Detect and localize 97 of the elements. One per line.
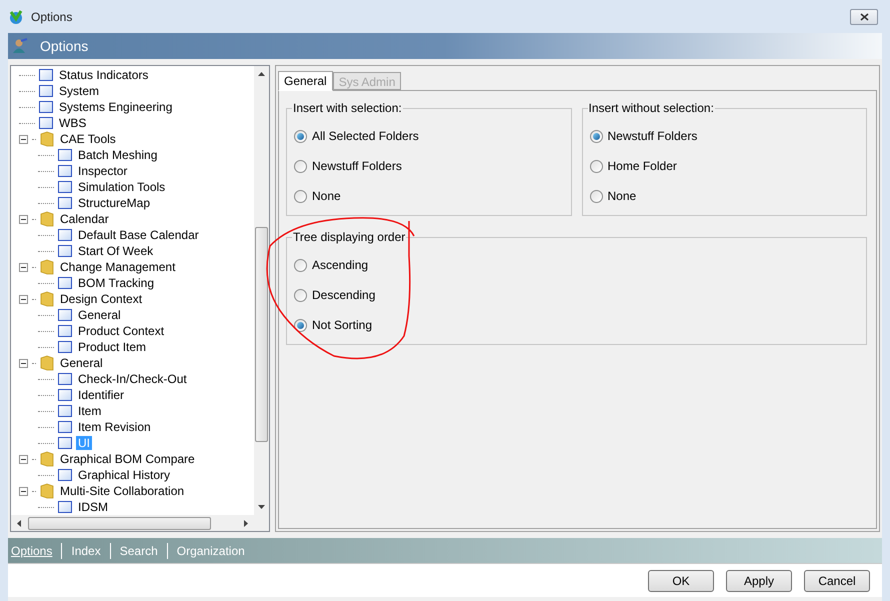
tree-item[interactable]: Item Revision [76, 420, 153, 434]
folder-icon [40, 211, 54, 227]
radio-label: Newstuff Folders [312, 158, 402, 175]
page-icon [58, 469, 72, 481]
folder-icon [40, 131, 54, 147]
tree-item[interactable]: General [76, 308, 123, 322]
close-icon [860, 12, 868, 20]
collapse-icon[interactable] [19, 358, 28, 368]
radio-label: None [608, 188, 636, 205]
tree-item[interactable]: System [57, 84, 102, 98]
tree-item[interactable]: Design Context [58, 292, 144, 306]
radio-label: Descending [312, 287, 376, 304]
header-title: Options [40, 36, 88, 56]
folder-icon [40, 451, 54, 467]
page-icon [58, 325, 72, 337]
collapse-icon[interactable] [19, 214, 28, 224]
page-icon [58, 373, 72, 385]
collapse-icon[interactable] [19, 486, 28, 496]
page-icon [58, 421, 72, 433]
user-icon [12, 38, 28, 54]
tree-item[interactable]: Product Context [76, 324, 166, 338]
tree-item[interactable]: Inspector [76, 164, 130, 178]
tree-item[interactable]: Multi-Site Collaboration [58, 484, 186, 498]
page-icon [39, 101, 53, 113]
dialog-button[interactable]: Cancel [804, 570, 870, 592]
tree-item[interactable]: Change Management [58, 260, 178, 274]
tree-item[interactable]: General [58, 356, 105, 370]
scrollbar-thumb[interactable] [28, 516, 211, 530]
collapse-icon[interactable] [19, 294, 28, 304]
page-icon [39, 117, 53, 129]
radio-label: Not Sorting [312, 317, 372, 334]
radio-label: All Selected Folders [312, 128, 419, 145]
page-icon [58, 389, 72, 401]
radio-button[interactable] [294, 160, 307, 172]
window-title: Options [31, 8, 72, 26]
page-icon [58, 501, 72, 513]
page-icon [58, 405, 72, 417]
collapse-icon[interactable] [19, 454, 28, 464]
collapse-icon[interactable] [19, 134, 28, 144]
radio-label: Newstuff Folders [608, 128, 698, 145]
horizontal-scrollbar[interactable] [11, 515, 269, 531]
page-icon [58, 245, 72, 257]
page-icon [58, 277, 72, 289]
radio-button[interactable] [294, 190, 307, 202]
radio-button[interactable] [590, 160, 602, 172]
dialog-button[interactable]: OK [648, 570, 714, 592]
tree-item[interactable]: Graphical History [76, 468, 172, 482]
radio-button[interactable] [294, 288, 307, 302]
folder-icon [40, 355, 54, 371]
tree-item[interactable]: Start Of Week [76, 244, 156, 258]
folder-icon [40, 259, 54, 275]
page-icon [58, 197, 72, 209]
page-icon [39, 85, 53, 97]
radio-button[interactable] [294, 258, 307, 272]
scrollbar-thumb[interactable] [255, 227, 268, 442]
radio-button[interactable] [590, 130, 602, 142]
tab[interactable]: General [278, 71, 333, 91]
radio-label: Home Folder [608, 158, 677, 175]
folder-icon [40, 483, 54, 499]
app-logo-icon [8, 8, 24, 24]
tree-item[interactable]: Calendar [58, 212, 111, 226]
page-icon [58, 181, 72, 193]
tree-item[interactable]: Simulation Tools [76, 180, 168, 194]
group-title: Tree displaying order [292, 230, 406, 244]
dialog-button[interactable]: Apply [726, 570, 792, 592]
radio-button[interactable] [590, 190, 602, 202]
tree-item[interactable]: Default Base Calendar [76, 228, 201, 242]
radio-label: None [312, 188, 341, 205]
radio-button[interactable] [294, 318, 307, 332]
radio-button[interactable] [294, 130, 307, 142]
tree-item[interactable]: Batch Meshing [76, 148, 160, 162]
close-button[interactable] [850, 8, 878, 24]
vertical-scrollbar[interactable] [254, 66, 269, 515]
tree-item[interactable]: Identifier [76, 388, 126, 402]
group-title: Insert without selection: [588, 101, 715, 115]
tree-item[interactable]: Graphical BOM Compare [58, 452, 197, 466]
tree-item[interactable]: StructureMap [76, 196, 152, 210]
page-icon [39, 69, 53, 81]
page-icon [58, 341, 72, 353]
page-icon [58, 165, 72, 177]
tree-item[interactable]: Check-In/Check-Out [76, 372, 189, 386]
radio-label: Ascending [312, 257, 368, 274]
tree-item[interactable]: CAE Tools [58, 132, 118, 146]
tree-item[interactable]: IDSM [76, 500, 110, 514]
tree-item[interactable]: Item [76, 404, 104, 418]
tree-item[interactable]: WBS [57, 116, 88, 130]
page-icon [58, 309, 72, 321]
collapse-icon[interactable] [19, 262, 28, 272]
page-icon [58, 149, 72, 161]
tree-item[interactable]: Status Indicators [57, 68, 150, 82]
page-icon [58, 229, 72, 241]
page-icon [58, 437, 72, 449]
group-title: Insert with selection: [292, 101, 403, 115]
tree-item[interactable]: Product Item [76, 340, 148, 354]
folder-icon [40, 291, 54, 307]
tree-item[interactable]: Systems Engineering [57, 100, 174, 114]
tree-item[interactable]: BOM Tracking [76, 276, 156, 290]
